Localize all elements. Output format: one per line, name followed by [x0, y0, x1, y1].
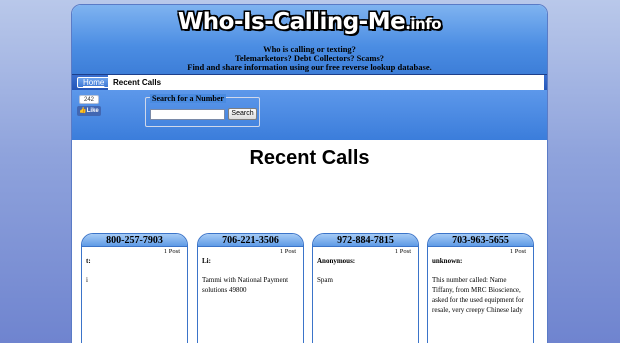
breadcrumb: Home Recent Calls	[72, 74, 547, 90]
tagline-line-3: Find and share information using our fre…	[187, 62, 432, 72]
post-count: 1 Post	[394, 248, 411, 255]
call-card: 703-963-5655 1 Post unknown: This number…	[427, 233, 534, 343]
call-card: 972-884-7815 1 Post Anonymous: Spam	[312, 233, 419, 343]
site-header: Who-Is-Calling-Me.info Who is calling or…	[72, 5, 547, 74]
search-button[interactable]: Search	[228, 108, 257, 120]
call-comment: This number called: Name Tiffany, from M…	[432, 276, 524, 314]
facebook-like-button[interactable]: 👍Like	[77, 106, 101, 116]
call-number-link[interactable]: 972-884-7815	[313, 234, 418, 247]
call-comment: Tammi with National Payment solutions 49…	[202, 276, 289, 294]
caller-name: t:	[86, 257, 91, 265]
caller-name: unknown:	[432, 257, 463, 265]
caller-name: Li:	[202, 257, 211, 265]
call-number-link[interactable]: 703-963-5655	[428, 234, 533, 247]
search-band: 242 👍Like Search for a Number Search	[72, 90, 547, 140]
like-count-badge: 242	[79, 95, 99, 104]
site-logo[interactable]: Who-Is-Calling-Me.info	[72, 9, 547, 35]
post-count: 1 Post	[509, 248, 526, 255]
call-card: 800-257-7903 1 Post t: i	[81, 233, 188, 343]
call-number-link[interactable]: 706-221-3506	[198, 234, 303, 247]
like-button-label: Like	[86, 108, 99, 114]
breadcrumb-current: Recent Calls	[108, 75, 544, 90]
page-container: Who-Is-Calling-Me.info Who is calling or…	[71, 4, 548, 343]
search-legend: Search for a Number	[150, 94, 226, 103]
search-input[interactable]	[150, 109, 225, 120]
call-number-link[interactable]: 800-257-7903	[82, 234, 187, 247]
home-link[interactable]: Home	[77, 77, 111, 88]
thumbs-up-icon: 👍	[79, 108, 87, 114]
post-count: 1 Post	[279, 248, 296, 255]
call-comment: Spam	[317, 276, 333, 284]
page-title: Recent Calls	[249, 147, 370, 169]
call-comment: i	[86, 276, 88, 284]
search-fieldset: Search for a Number Search	[145, 94, 260, 127]
call-card: 706-221-3506 1 Post Li: Tammi with Natio…	[197, 233, 304, 343]
caller-name: Anonymous:	[317, 257, 356, 265]
logo-tld-text: .info	[405, 15, 442, 33]
main-content: Recent Calls 800-257-7903 1 Post t: i 70…	[72, 140, 547, 343]
post-count: 1 Post	[163, 248, 180, 255]
logo-main-text: Who-Is-Calling-Me	[177, 9, 406, 35]
